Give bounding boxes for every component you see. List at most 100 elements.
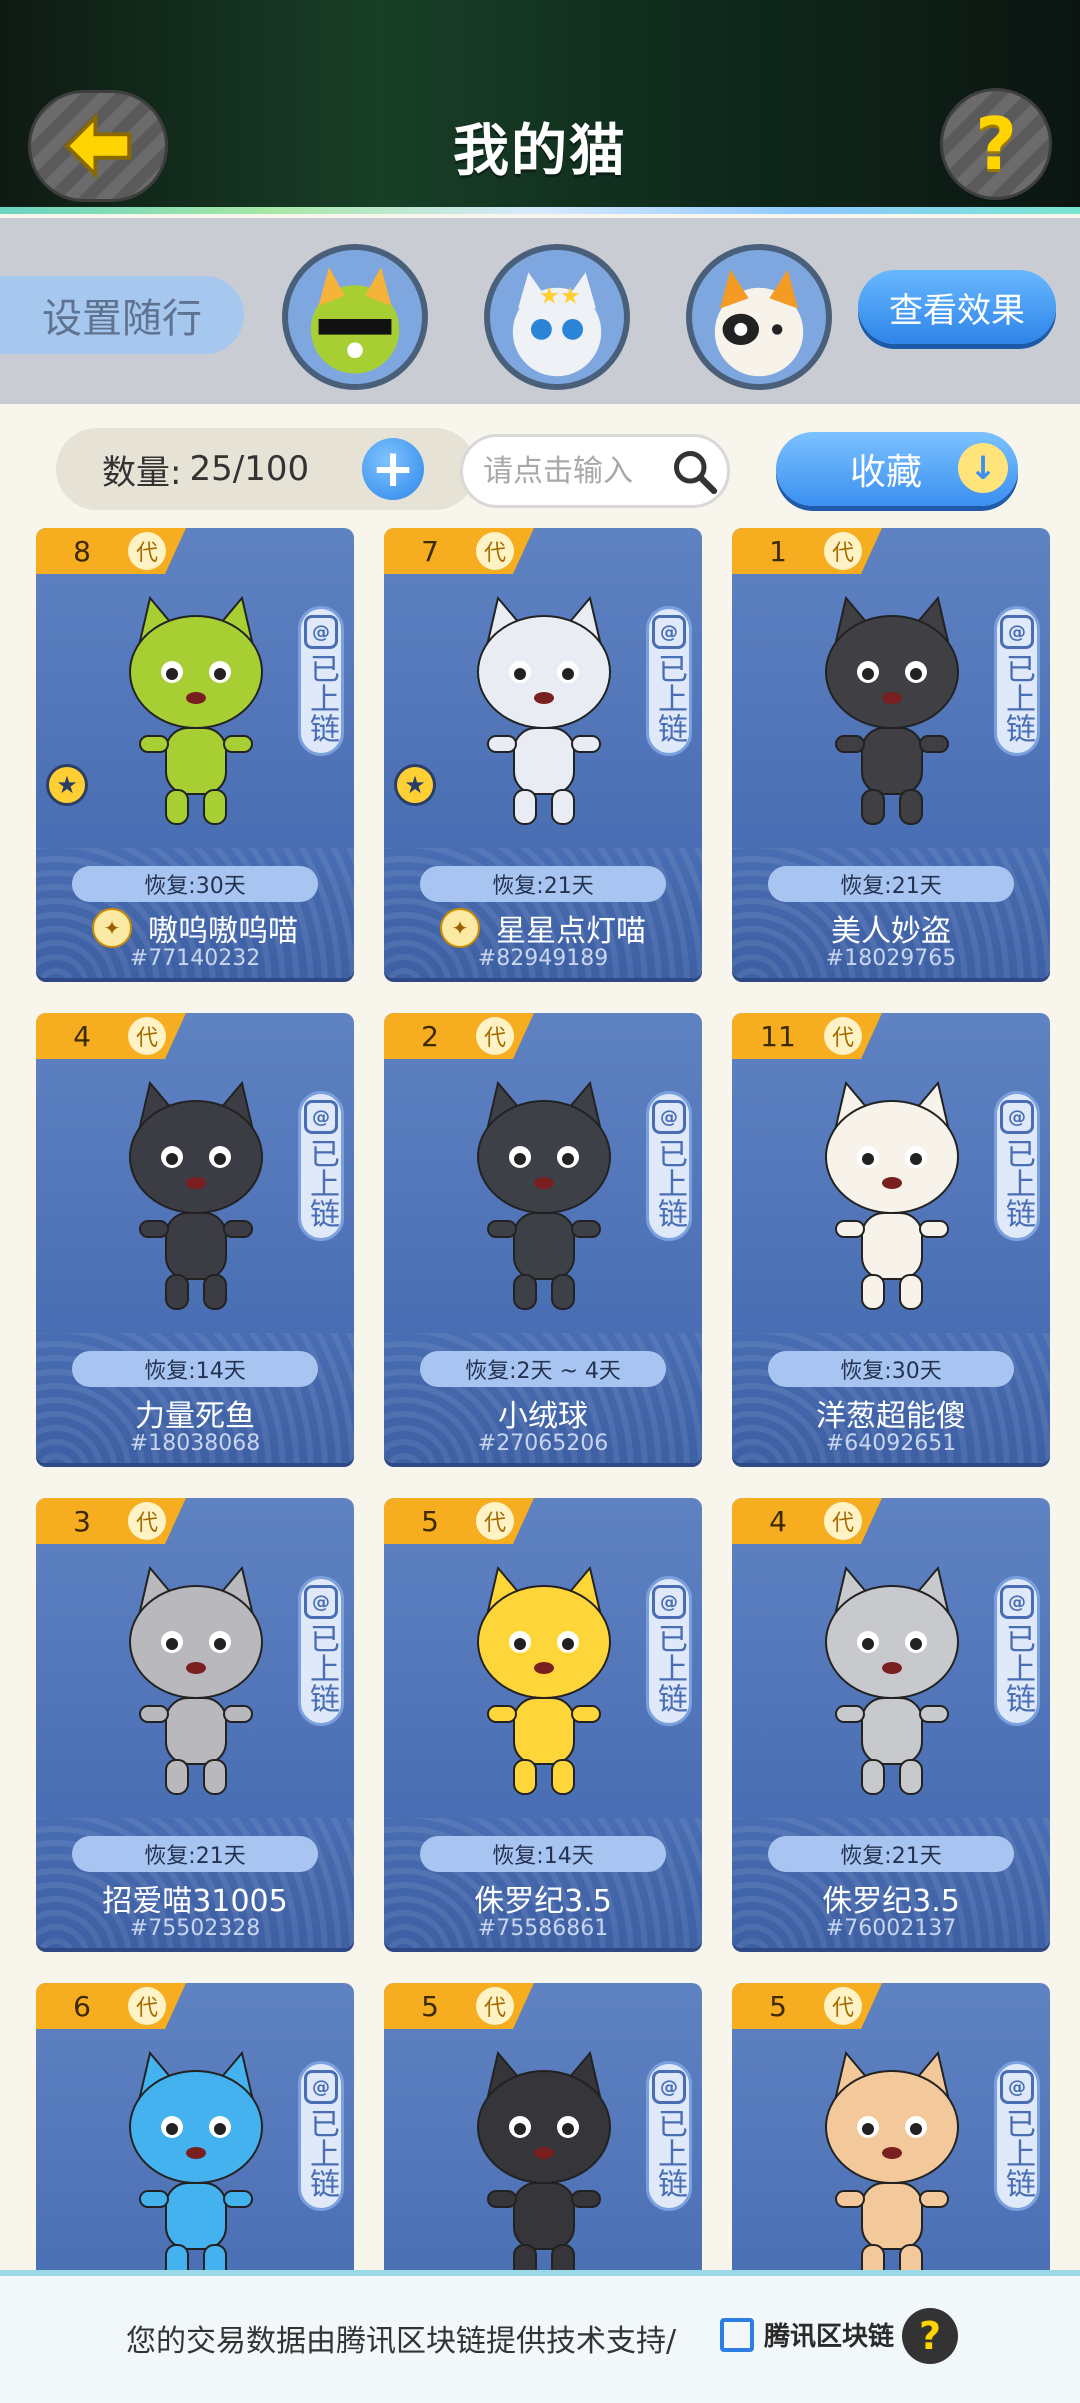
svg-text:★★: ★★: [539, 281, 581, 309]
cat-name: 力量死鱼: [135, 1399, 255, 1434]
cat-card[interactable]: 5 代 @ 已上链 恢复:14天 侏罗纪3.5 #75586861: [384, 1498, 702, 1948]
search-input[interactable]: [483, 453, 663, 489]
cat-figure: [477, 1565, 611, 1795]
cat-figure: [129, 1080, 263, 1310]
cat-card[interactable]: 2 代 @ 已上链恢复:2天 ~ 4天小绒球 #27065206: [384, 1013, 702, 1463]
generation-tag: 7代: [384, 528, 534, 574]
cat-card[interactable]: 8 代 @ 已上链 ★ 恢复:30天 ✦ 嗷呜嗷呜喵 #77140232: [36, 528, 354, 978]
chain-status: 已上链: [652, 653, 687, 743]
view-effect-button[interactable]: 查看效果: [858, 270, 1056, 344]
recovery-time: 恢复:14天: [420, 1836, 666, 1872]
cat-figure: [825, 1080, 959, 1310]
follow-cat-avatar-3[interactable]: [686, 244, 832, 390]
generation-tag: 4代: [732, 1498, 882, 1544]
cat-name-row: 力量死鱼: [36, 1393, 354, 1434]
cat-figure: [477, 595, 611, 825]
generation-number: 8: [73, 534, 91, 568]
on-chain-badge: @ 已上链: [298, 1091, 344, 1241]
achievement-icon: ✦: [92, 908, 132, 948]
blockchain-icon: @: [1000, 615, 1034, 649]
recovery-time: 恢复:30天: [768, 1351, 1014, 1387]
cat-figure: [825, 1565, 959, 1795]
follow-cat-avatar-1[interactable]: [282, 244, 428, 390]
blockchain-icon: @: [304, 2070, 338, 2104]
cat-card[interactable]: 3 代 @ 已上链 恢复:21天 招爱喵31005 #75502328: [36, 1498, 354, 1948]
star-icon: ★: [46, 764, 88, 806]
chain-status: 已上链: [652, 1623, 687, 1713]
question-icon: ?: [918, 2314, 942, 2358]
recovery-time: 恢复:21天: [768, 866, 1014, 902]
question-icon: ?: [975, 102, 1017, 186]
cat-id: #76002137: [825, 1916, 957, 1941]
collect-filter-dropdown[interactable]: 收藏 ↓: [776, 432, 1018, 506]
generation-label: 代: [128, 1502, 166, 1540]
chain-status: 已上链: [304, 653, 339, 743]
follow-cat-avatar-2[interactable]: ★★: [484, 244, 630, 390]
search-box[interactable]: [460, 434, 730, 508]
footer-help-button[interactable]: ?: [902, 2308, 958, 2364]
add-capacity-button[interactable]: +: [362, 438, 424, 500]
generation-number: 11: [760, 1019, 796, 1053]
recovery-time: 恢复:14天: [72, 1351, 318, 1387]
generation-label: 代: [824, 1502, 862, 1540]
generation-number: 6: [73, 1989, 91, 2023]
cat-name-row: 招爱喵31005: [36, 1878, 354, 1919]
generation-tag: 6代: [36, 1983, 186, 2029]
on-chain-badge: @ 已上链: [646, 606, 692, 756]
set-follow-button[interactable]: 设置随行: [0, 276, 244, 354]
cat-name-row: 洋葱超能傻: [732, 1393, 1050, 1434]
cat-name-row: 小绒球: [384, 1393, 702, 1434]
cat-card[interactable]: 11 代 @ 已上链 恢复:30天 洋葱超能傻 #64092651: [732, 1013, 1050, 1463]
cat-figure: [129, 2050, 263, 2280]
recovery-time: 恢复:2天 ~ 4天: [420, 1351, 666, 1387]
blockchain-icon: @: [1000, 1585, 1034, 1619]
generation-number: 7: [421, 534, 439, 568]
cat-name-row: 侏罗纪3.5: [732, 1878, 1050, 1919]
generation-number: 5: [421, 1504, 439, 1538]
cat-name: 洋葱超能傻: [816, 1399, 966, 1434]
generation-number: 5: [421, 1989, 439, 2023]
cat-id: #18038068: [129, 1431, 261, 1456]
on-chain-badge: @ 已上链: [994, 1576, 1040, 1726]
cat-id: #18029765: [825, 946, 957, 971]
on-chain-badge: @ 已上链: [994, 1091, 1040, 1241]
search-icon[interactable]: [669, 446, 719, 496]
blockchain-icon: @: [304, 1100, 338, 1134]
cat-id: #27065206: [477, 1431, 609, 1456]
generation-tag: 5代: [732, 1983, 882, 2029]
recovery-time: 恢复:21天: [72, 1836, 318, 1872]
generation-number: 4: [769, 1504, 787, 1538]
chain-status: 已上链: [652, 1138, 687, 1228]
chain-status: 已上链: [1000, 653, 1035, 743]
cat-card[interactable]: 4 代 @ 已上链 恢复:21天 侏罗纪3.5 #76002137: [732, 1498, 1050, 1948]
brand-label: 腾讯区块链: [764, 2322, 895, 2352]
count-label: 数量:: [102, 452, 182, 493]
generation-number: 3: [73, 1504, 91, 1538]
generation-tag: 5代: [384, 1983, 534, 2029]
cat-avatar-image: [310, 267, 400, 374]
header-divider: [0, 207, 1080, 214]
cat-card[interactable]: 4 代 @ 已上链 恢复:14天 力量死鱼 #18038068: [36, 1013, 354, 1463]
cat-card[interactable]: 1 代 @ 已上链 恢复:21天 美人妙盗 #18029765: [732, 528, 1050, 978]
chain-status: 已上链: [652, 2108, 687, 2198]
help-button[interactable]: ?: [940, 88, 1052, 200]
page-title: 我的猫: [453, 119, 627, 184]
chain-status: 已上链: [304, 2108, 339, 2198]
generation-label: 代: [128, 532, 166, 570]
blockchain-icon: @: [1000, 2070, 1034, 2104]
collect-label: 收藏: [850, 452, 923, 493]
generation-label: 代: [476, 532, 514, 570]
cat-name: 星星点灯喵: [496, 914, 646, 949]
generation-tag: 2代: [384, 1013, 534, 1059]
on-chain-badge: @ 已上链: [994, 2061, 1040, 2211]
generation-label: 代: [128, 1987, 166, 2025]
chain-status: 已上链: [1000, 1138, 1035, 1228]
tencent-blockchain-logo: 腾讯区块链: [720, 2316, 894, 2353]
on-chain-badge: @ 已上链: [298, 1576, 344, 1726]
cat-card[interactable]: 7 代 @ 已上链 ★ 恢复:21天 ✦ 星星点灯喵 #82949189: [384, 528, 702, 978]
on-chain-badge: @ 已上链: [646, 1091, 692, 1241]
footer-bar: 您的交易数据由腾讯区块链提供技术支持/ 腾讯区块链 ?: [0, 2270, 1080, 2403]
chain-status: 已上链: [1000, 1623, 1035, 1713]
generation-number: 5: [769, 1989, 787, 2023]
chain-status: 已上链: [304, 1138, 339, 1228]
